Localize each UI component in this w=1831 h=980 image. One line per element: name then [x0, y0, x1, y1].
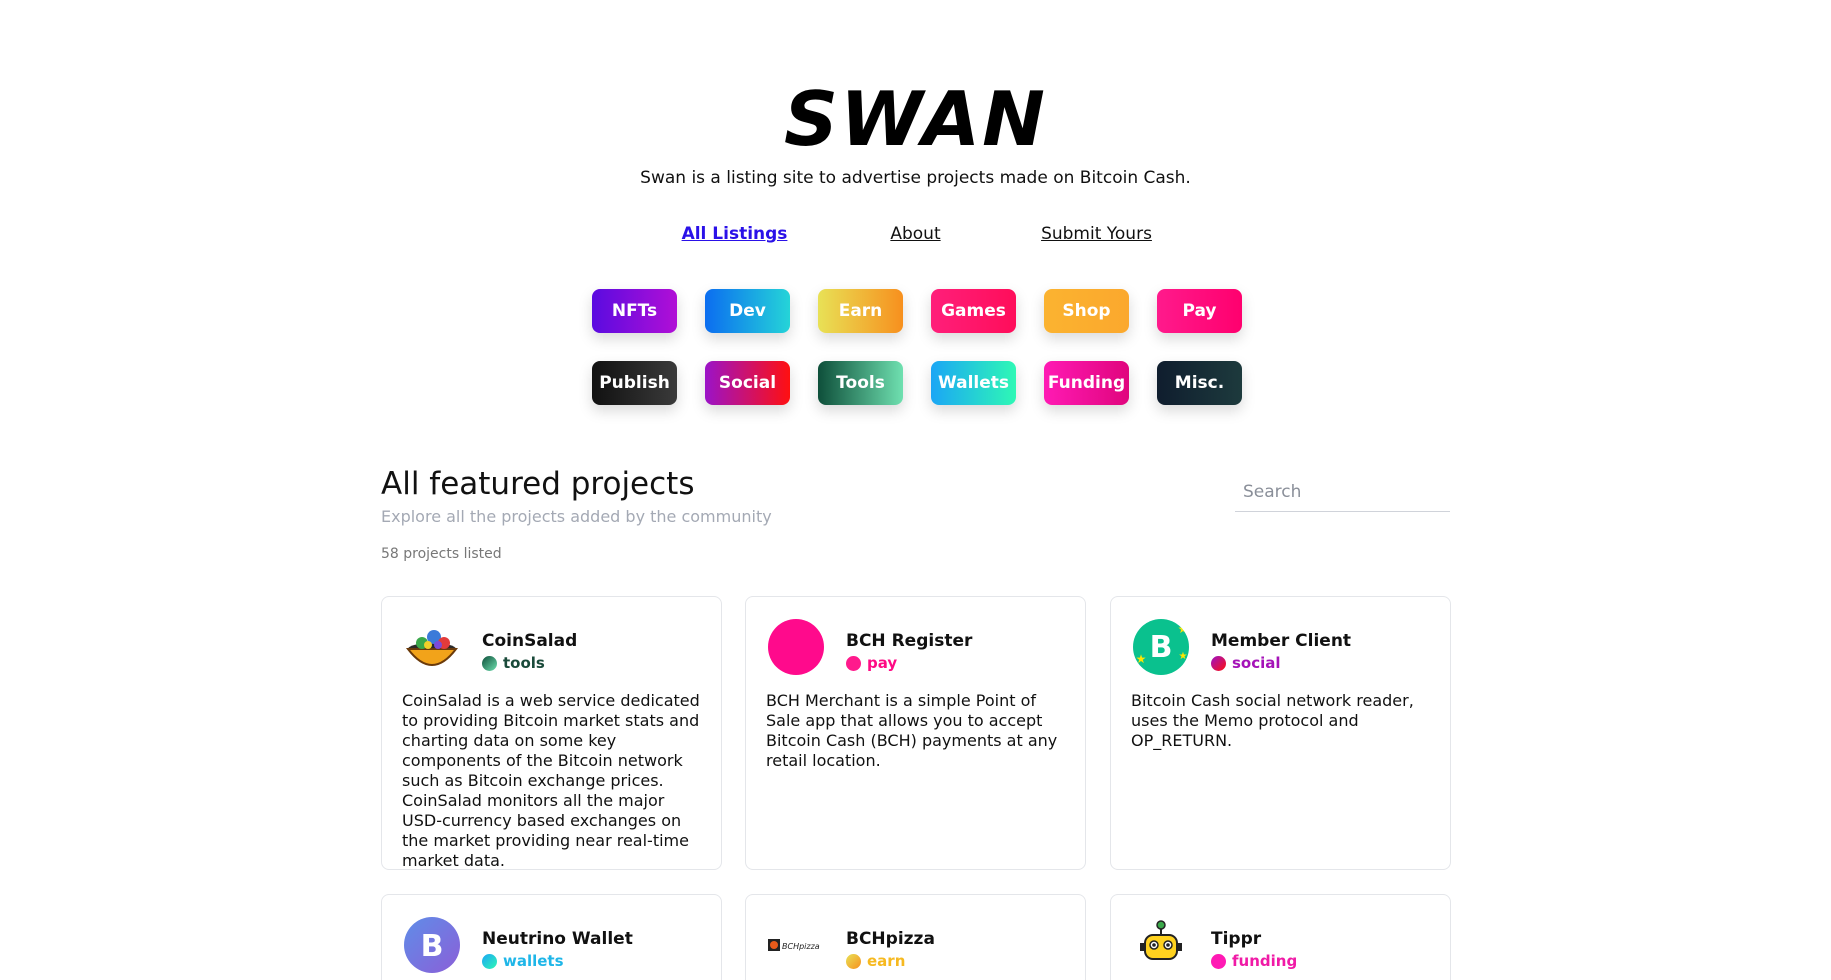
project-card-neutrino-wallet[interactable]: B Neutrino Wallet wallets: [381, 894, 722, 980]
category-dev[interactable]: Dev: [705, 289, 790, 333]
tag-dot-icon: [846, 953, 861, 969]
project-card-bchpizza[interactable]: BCHpizza BCHpizza earn: [745, 894, 1086, 980]
category-games[interactable]: Games: [931, 289, 1016, 333]
tag-label: wallets: [503, 952, 564, 970]
tag-dot-icon: [1211, 655, 1226, 671]
category-social[interactable]: Social: [705, 361, 790, 405]
site-tagline: Swan is a listing site to advertise proj…: [640, 168, 1191, 188]
pink-circle-icon: [768, 619, 824, 675]
category-shop[interactable]: Shop: [1044, 289, 1129, 333]
nav-all-listings[interactable]: All Listings: [615, 224, 855, 244]
tag-label: earn: [867, 952, 906, 970]
project-name[interactable]: CoinSalad: [482, 631, 577, 651]
category-earn[interactable]: Earn: [818, 289, 903, 333]
project-card-tippr[interactable]: Tippr funding: [1110, 894, 1451, 980]
category-funding[interactable]: Funding: [1044, 361, 1129, 405]
category-misc[interactable]: Misc.: [1157, 361, 1242, 405]
tag-label: pay: [867, 654, 898, 672]
nav-about[interactable]: About: [855, 224, 977, 244]
project-count: 58 projects listed: [381, 546, 502, 562]
tag-dot-icon: [846, 655, 861, 671]
project-description: Bitcoin Cash social network reader, uses…: [1131, 691, 1414, 750]
project-tag[interactable]: funding: [1211, 952, 1297, 970]
svg-text:B: B: [1150, 630, 1173, 665]
project-tag[interactable]: pay: [846, 654, 897, 672]
category-row-2: Publish Social Tools Wallets Funding Mis…: [592, 361, 1244, 405]
section-subtitle: Explore all the projects added by the co…: [381, 507, 772, 526]
nav-submit-yours[interactable]: Submit Yours: [977, 224, 1217, 244]
project-name[interactable]: BCH Register: [846, 631, 972, 651]
bitcoin-cash-icon: B ★ ★ ★: [1133, 619, 1189, 675]
svg-text:★: ★: [1179, 651, 1188, 662]
project-name[interactable]: BCHpizza: [846, 929, 935, 949]
category-publish[interactable]: Publish: [592, 361, 677, 405]
tag-label: tools: [503, 654, 545, 672]
salad-bowl-icon: [404, 619, 460, 675]
tag-label: funding: [1232, 952, 1298, 970]
svg-text:★: ★: [1136, 652, 1147, 666]
tag-label: social: [1232, 654, 1281, 672]
svg-text:★: ★: [1178, 622, 1189, 636]
tag-dot-icon: [482, 655, 497, 671]
tag-dot-icon: [1211, 953, 1226, 969]
svg-text:B: B: [421, 929, 444, 964]
category-nfts[interactable]: NFTs: [592, 289, 677, 333]
bchpizza-logo-icon: BCHpizza: [768, 917, 824, 973]
project-card-bch-register[interactable]: BCH Register pay BCH Merchant is a simpl…: [745, 596, 1086, 870]
project-tag[interactable]: wallets: [482, 952, 564, 970]
project-tag[interactable]: tools: [482, 654, 545, 672]
project-name[interactable]: Neutrino Wallet: [482, 929, 633, 949]
category-wallets[interactable]: Wallets: [931, 361, 1016, 405]
project-description: BCH Merchant is a simple Point of Sale a…: [766, 691, 1058, 770]
project-description: CoinSalad is a web service dedicated to …: [402, 691, 700, 870]
section-title: All featured projects: [381, 466, 695, 502]
robot-icon: [1133, 917, 1189, 973]
tag-dot-icon: [482, 953, 497, 969]
project-name[interactable]: Member Client: [1211, 631, 1351, 651]
svg-text:BCHpizza: BCHpizza: [782, 942, 820, 951]
project-tag[interactable]: earn: [846, 952, 905, 970]
project-card-coinsalad[interactable]: CoinSalad tools CoinSalad is a web servi…: [381, 596, 722, 870]
category-row-1: NFTs Dev Earn Games Shop Pay: [592, 289, 1244, 333]
search-input[interactable]: [1235, 472, 1450, 512]
project-card-member-client[interactable]: B ★ ★ ★ Member Client social Bitcoin Cas…: [1110, 596, 1451, 870]
project-name[interactable]: Tippr: [1211, 929, 1261, 949]
bitcoin-b-icon: B: [404, 917, 460, 973]
project-tag[interactable]: social: [1211, 654, 1281, 672]
site-logo[interactable]: SWAN: [0, 78, 1831, 160]
category-pay[interactable]: Pay: [1157, 289, 1242, 333]
category-tools[interactable]: Tools: [818, 361, 903, 405]
main-nav: All Listings About Submit Yours: [0, 224, 1831, 244]
